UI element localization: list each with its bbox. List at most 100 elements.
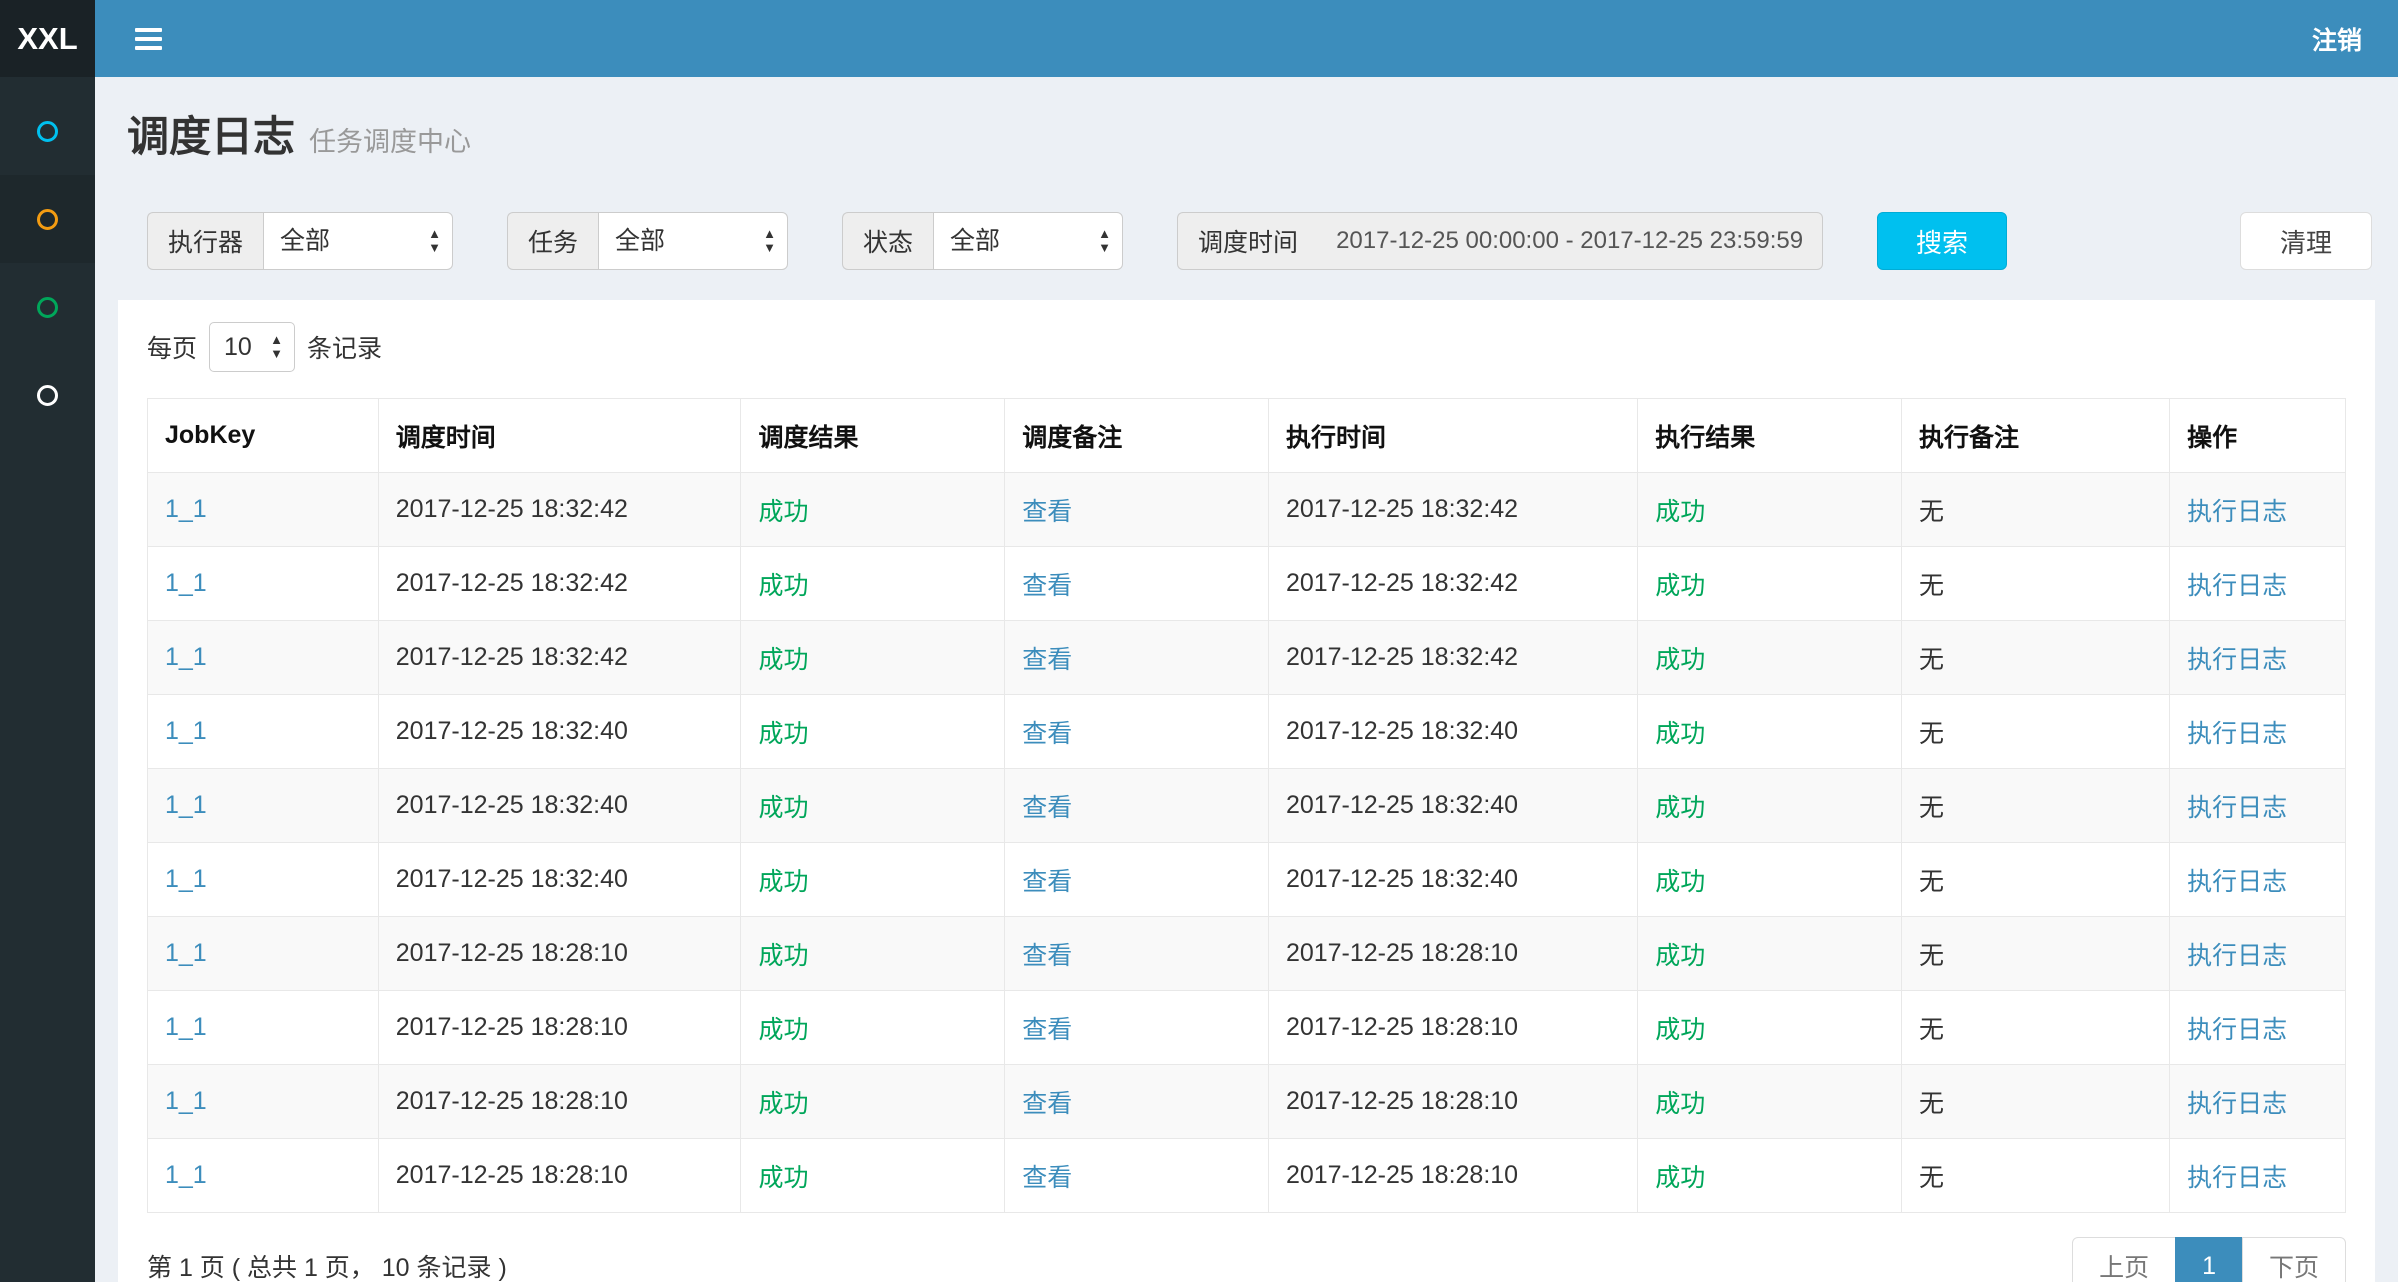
table-row: 1_12017-12-25 18:32:40成功查看2017-12-25 18:… [148,769,2346,843]
table-row: 1_12017-12-25 18:32:40成功查看2017-12-25 18:… [148,695,2346,769]
exec-log-link[interactable]: 执行日志 [2187,868,2287,896]
sidebar-item-4[interactable] [0,351,95,439]
exec-log-link-cell: 执行日志 [2170,843,2346,917]
trigger-time-cell: 2017-12-25 18:32:40 [378,769,741,843]
job-key-link[interactable]: 1_1 [165,791,207,819]
trigger-msg-link[interactable]: 查看 [1022,1164,1072,1192]
table-row: 1_12017-12-25 18:28:10成功查看2017-12-25 18:… [148,1065,2346,1139]
exec-log-link[interactable]: 执行日志 [2187,720,2287,748]
trigger-msg-link[interactable]: 查看 [1022,868,1072,896]
trigger-result-cell: 成功 [741,1139,1005,1213]
exec-log-link[interactable]: 执行日志 [2187,572,2287,600]
exec-log-link[interactable]: 执行日志 [2187,794,2287,822]
page-size-select[interactable]: 10 [209,322,295,372]
navbar-main: 注销 [95,0,2398,77]
job-key-link[interactable]: 1_1 [165,1161,207,1189]
table-footer: 第 1 页 ( 总共 1 页， 10 条记录 ) 上页 1 下页 [147,1237,2346,1282]
job-key-link[interactable]: 1_1 [165,939,207,967]
handle-time-cell: 2017-12-25 18:32:40 [1268,769,1637,843]
sidebar-menu [0,77,95,439]
handle-msg-cell: 无 [1901,547,2169,621]
page-title: 调度日志 [127,103,295,164]
job-key-link-cell: 1_1 [148,843,379,917]
handle-result-cell: 成功 [1638,843,1902,917]
job-key-link-cell: 1_1 [148,547,379,621]
table-row: 1_12017-12-25 18:32:42成功查看2017-12-25 18:… [148,621,2346,695]
exec-log-link[interactable]: 执行日志 [2187,646,2287,674]
app-logo[interactable]: XXL [0,0,95,77]
sidebar-item-3[interactable] [0,263,95,351]
page-size-row: 每页 10 条记录 [147,322,2346,372]
trigger-result-cell: 成功 [741,843,1005,917]
exec-log-link[interactable]: 执行日志 [2187,1016,2287,1044]
log-table-body: 1_12017-12-25 18:32:42成功查看2017-12-25 18:… [148,473,2346,1213]
search-button[interactable]: 搜索 [1877,212,2007,270]
column-header: 执行备注 [1901,399,2169,473]
trigger-msg-link[interactable]: 查看 [1022,646,1072,674]
column-header: 调度时间 [378,399,741,473]
trigger-msg-link-cell: 查看 [1005,547,1269,621]
trigger-time-cell: 2017-12-25 18:28:10 [378,1065,741,1139]
circle-o-icon [37,297,58,318]
handle-msg-cell: 无 [1901,695,2169,769]
trigger-time-cell: 2017-12-25 18:32:42 [378,621,741,695]
executor-filter-label: 执行器 [147,212,263,270]
column-header: 操作 [2170,399,2346,473]
page-title-row: 调度日志 任务调度中心 [127,103,2364,164]
sidebar-item-2[interactable] [0,175,95,263]
trigger-msg-link[interactable]: 查看 [1022,572,1072,600]
trigger-msg-link[interactable]: 查看 [1022,1090,1072,1118]
trigger-msg-link[interactable]: 查看 [1022,498,1072,526]
trigger-time-range-input[interactable] [1318,212,1823,270]
circle-o-icon [37,121,58,142]
job-key-link[interactable]: 1_1 [165,1087,207,1115]
exec-log-link[interactable]: 执行日志 [2187,1090,2287,1118]
trigger-result-cell: 成功 [741,547,1005,621]
status-filter-label: 状态 [842,212,933,270]
trigger-msg-link[interactable]: 查看 [1022,942,1072,970]
handle-result-cell: 成功 [1638,695,1902,769]
exec-log-link[interactable]: 执行日志 [2187,498,2287,526]
trigger-msg-link[interactable]: 查看 [1022,1016,1072,1044]
job-key-link[interactable]: 1_1 [165,717,207,745]
trigger-msg-link-cell: 查看 [1005,769,1269,843]
sidebar-toggle-button[interactable] [125,18,172,60]
filter-toolbar: 执行器 全部 任务 全部 状态 全部 [147,212,2372,270]
sidebar-item-1[interactable] [0,87,95,175]
exec-log-link[interactable]: 执行日志 [2187,942,2287,970]
pagination-summary: 第 1 页 ( 总共 1 页， 10 条记录 ) [147,1248,507,1282]
handle-result-cell: 成功 [1638,991,1902,1065]
trigger-result-cell: 成功 [741,917,1005,991]
table-row: 1_12017-12-25 18:28:10成功查看2017-12-25 18:… [148,917,2346,991]
trigger-msg-link-cell: 查看 [1005,991,1269,1065]
job-key-link[interactable]: 1_1 [165,495,207,523]
prev-page-button[interactable]: 上页 [2072,1237,2176,1282]
exec-log-link-cell: 执行日志 [2170,991,2346,1065]
job-key-link-cell: 1_1 [148,769,379,843]
trigger-msg-link[interactable]: 查看 [1022,794,1072,822]
trigger-msg-link-cell: 查看 [1005,695,1269,769]
next-page-button[interactable]: 下页 [2242,1237,2346,1282]
job-key-link[interactable]: 1_1 [165,569,207,597]
table-row: 1_12017-12-25 18:32:42成功查看2017-12-25 18:… [148,473,2346,547]
logout-link[interactable]: 注销 [2312,21,2362,57]
handle-msg-cell: 无 [1901,769,2169,843]
exec-log-link[interactable]: 执行日志 [2187,1164,2287,1192]
job-key-link[interactable]: 1_1 [165,865,207,893]
top-navbar: XXL 注销 [0,0,2398,77]
exec-log-link-cell: 执行日志 [2170,473,2346,547]
trigger-time-cell: 2017-12-25 18:28:10 [378,1139,741,1213]
job-select[interactable]: 全部 [598,212,788,270]
job-key-link[interactable]: 1_1 [165,643,207,671]
executor-select[interactable]: 全部 [263,212,453,270]
handle-result-cell: 成功 [1638,1139,1902,1213]
handle-msg-cell: 无 [1901,1065,2169,1139]
job-key-link[interactable]: 1_1 [165,1013,207,1041]
clean-button[interactable]: 清理 [2240,212,2372,270]
status-filter-group: 状态 全部 [842,212,1123,270]
pagination: 上页 1 下页 [2072,1237,2346,1282]
circle-o-icon [37,209,58,230]
page-1-button[interactable]: 1 [2175,1237,2243,1282]
trigger-msg-link[interactable]: 查看 [1022,720,1072,748]
status-select[interactable]: 全部 [933,212,1123,270]
